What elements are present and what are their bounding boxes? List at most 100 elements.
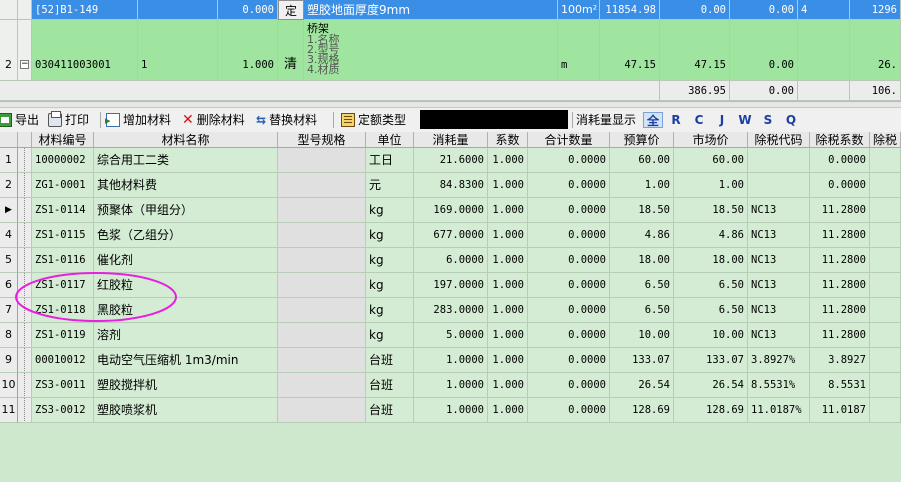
- material-tax-extra[interactable]: [870, 323, 901, 348]
- material-market-price[interactable]: 26.54: [674, 373, 748, 398]
- material-name[interactable]: 色浆（乙组分）: [94, 223, 278, 248]
- print-button[interactable]: 打印: [48, 111, 89, 129]
- replace-material-button[interactable]: ⇆ 替换材料: [256, 111, 317, 129]
- material-unit[interactable]: 工日: [366, 148, 414, 173]
- material-tax-extra[interactable]: [870, 148, 901, 173]
- selected-item-extra[interactable]: 4: [798, 0, 850, 20]
- material-budget-price[interactable]: 133.07: [610, 348, 674, 373]
- material-budget-price[interactable]: 18.50: [610, 198, 674, 223]
- row-number[interactable]: 10: [0, 373, 18, 398]
- header-tax-coef[interactable]: 除税系数: [810, 132, 870, 148]
- row-number[interactable]: 5: [0, 248, 18, 273]
- selected-item-price2[interactable]: 0.00: [660, 0, 730, 20]
- table-row[interactable]: 2 ZG1-0001 其他材料费元 84.8300 1.000 0.0000 1.00 1.0…: [0, 173, 901, 198]
- row-number[interactable]: 4: [0, 223, 18, 248]
- material-market-price[interactable]: 18.00: [674, 248, 748, 273]
- table-row[interactable]: 9 00010012 电动空气压缩机 1m3/min 台班 1.0000 1.000 0.0…: [0, 348, 901, 373]
- table-row[interactable]: 10 ZS3-0011 塑胶搅拌机 台班 1.0000 1.000 0.0000 26.54 2…: [0, 373, 901, 398]
- material-tax-code[interactable]: [748, 148, 810, 173]
- selected-item-unit[interactable]: 100m²: [558, 0, 600, 20]
- material-coefficient[interactable]: 1.000: [488, 248, 528, 273]
- material-spec[interactable]: [278, 173, 366, 198]
- material-consumption[interactable]: 197.0000: [414, 273, 488, 298]
- filter-s[interactable]: S: [758, 112, 778, 128]
- material-budget-price[interactable]: 6.50: [610, 298, 674, 323]
- material-consumption[interactable]: 677.0000: [414, 223, 488, 248]
- material-tax-extra[interactable]: [870, 173, 901, 198]
- export-button[interactable]: 导出: [0, 111, 39, 129]
- material-spec[interactable]: [278, 273, 366, 298]
- header-market[interactable]: 市场价: [674, 132, 748, 148]
- filter-c[interactable]: C: [689, 112, 709, 128]
- material-total-quantity[interactable]: 0.0000: [528, 148, 610, 173]
- material-code[interactable]: ZS1-0114: [32, 198, 94, 223]
- material-tax-coefficient[interactable]: 11.2800: [810, 298, 870, 323]
- material-tax-extra[interactable]: [870, 273, 901, 298]
- material-tax-code[interactable]: 8.5531%: [748, 373, 810, 398]
- material-coefficient[interactable]: 1.000: [488, 273, 528, 298]
- material-tax-code[interactable]: NC13: [748, 273, 810, 298]
- material-total-quantity[interactable]: 0.0000: [528, 223, 610, 248]
- material-consumption[interactable]: 1.0000: [414, 398, 488, 423]
- row2-code[interactable]: 030411003001: [32, 20, 138, 81]
- row-number[interactable]: 11: [0, 398, 18, 423]
- material-tax-coefficient[interactable]: 11.2800: [810, 198, 870, 223]
- table-row[interactable]: ▶ ZS1-0114 预聚体（甲组分） kg 169.0000 1.000 0.0000 18…: [0, 198, 901, 223]
- material-tax-coefficient[interactable]: 8.5531: [810, 373, 870, 398]
- material-tax-coefficient[interactable]: 0.0000: [810, 148, 870, 173]
- material-consumption[interactable]: 1.0000: [414, 348, 488, 373]
- material-code[interactable]: ZS1-0115: [32, 223, 94, 248]
- selected-item-quantity[interactable]: 0.000: [218, 0, 278, 20]
- material-code[interactable]: ZS1-0119: [32, 323, 94, 348]
- material-tax-code[interactable]: NC13: [748, 198, 810, 223]
- header-unit[interactable]: 单位: [366, 132, 414, 148]
- material-tax-coefficient[interactable]: 11.2800: [810, 323, 870, 348]
- quota-type-button[interactable]: 定额类型: [341, 111, 406, 129]
- filter-j[interactable]: J: [712, 112, 732, 128]
- header-name[interactable]: 材料名称: [94, 132, 278, 148]
- row2-type[interactable]: 清: [278, 20, 304, 81]
- material-total-quantity[interactable]: 0.0000: [528, 323, 610, 348]
- material-market-price[interactable]: 6.50: [674, 273, 748, 298]
- row2-price1[interactable]: 47.15: [600, 20, 660, 81]
- material-budget-price[interactable]: 26.54: [610, 373, 674, 398]
- material-total-quantity[interactable]: 0.0000: [528, 198, 610, 223]
- material-tax-coefficient[interactable]: 3.8927: [810, 348, 870, 373]
- material-spec[interactable]: [278, 398, 366, 423]
- material-coefficient[interactable]: 1.000: [488, 398, 528, 423]
- row2-q1[interactable]: 1: [138, 20, 218, 81]
- row2-q2[interactable]: 1.000: [218, 20, 278, 81]
- material-name[interactable]: 塑胶喷浆机: [94, 398, 278, 423]
- table-row[interactable]: 11 ZS3-0012 塑胶喷浆机 台班 1.0000 1.000 0.0000 128.69…: [0, 398, 901, 423]
- material-tax-extra[interactable]: [870, 373, 901, 398]
- material-coefficient[interactable]: 1.000: [488, 348, 528, 373]
- selected-item-price3[interactable]: 0.00: [730, 0, 798, 20]
- material-budget-price[interactable]: 18.00: [610, 248, 674, 273]
- header-budget[interactable]: 预算价: [610, 132, 674, 148]
- row-header[interactable]: [0, 0, 18, 20]
- row-expander[interactable]: −: [18, 20, 32, 81]
- material-name[interactable]: 其他材料费: [94, 173, 278, 198]
- row2-unit[interactable]: m: [558, 20, 600, 81]
- material-tax-coefficient[interactable]: 11.0187: [810, 398, 870, 423]
- delete-material-button[interactable]: ✕ 删除材料: [182, 111, 245, 129]
- material-market-price[interactable]: 10.00: [674, 323, 748, 348]
- filter-w[interactable]: W: [735, 112, 755, 128]
- material-tax-code[interactable]: NC13: [748, 298, 810, 323]
- material-code[interactable]: ZG1-0001: [32, 173, 94, 198]
- material-tax-extra[interactable]: [870, 198, 901, 223]
- material-tax-coefficient[interactable]: 0.0000: [810, 173, 870, 198]
- material-total-quantity[interactable]: 0.0000: [528, 373, 610, 398]
- material-unit[interactable]: kg: [366, 248, 414, 273]
- material-unit[interactable]: kg: [366, 223, 414, 248]
- header-tax-code[interactable]: 除税代码: [748, 132, 810, 148]
- material-coefficient[interactable]: 1.000: [488, 198, 528, 223]
- material-budget-price[interactable]: 60.00: [610, 148, 674, 173]
- material-unit[interactable]: 元: [366, 173, 414, 198]
- selected-item-type[interactable]: 定: [278, 0, 304, 20]
- material-total-quantity[interactable]: 0.0000: [528, 248, 610, 273]
- table-row[interactable]: 5 ZS1-0116 催化剂 kg 6.0000 1.000 0.0000 18.00 18.0…: [0, 248, 901, 273]
- row-number[interactable]: 9: [0, 348, 18, 373]
- material-unit[interactable]: kg: [366, 323, 414, 348]
- table-row[interactable]: 8 ZS1-0119 溶剂 kg 5.0000 1.000 0.0000 10.00 10.00…: [0, 323, 901, 348]
